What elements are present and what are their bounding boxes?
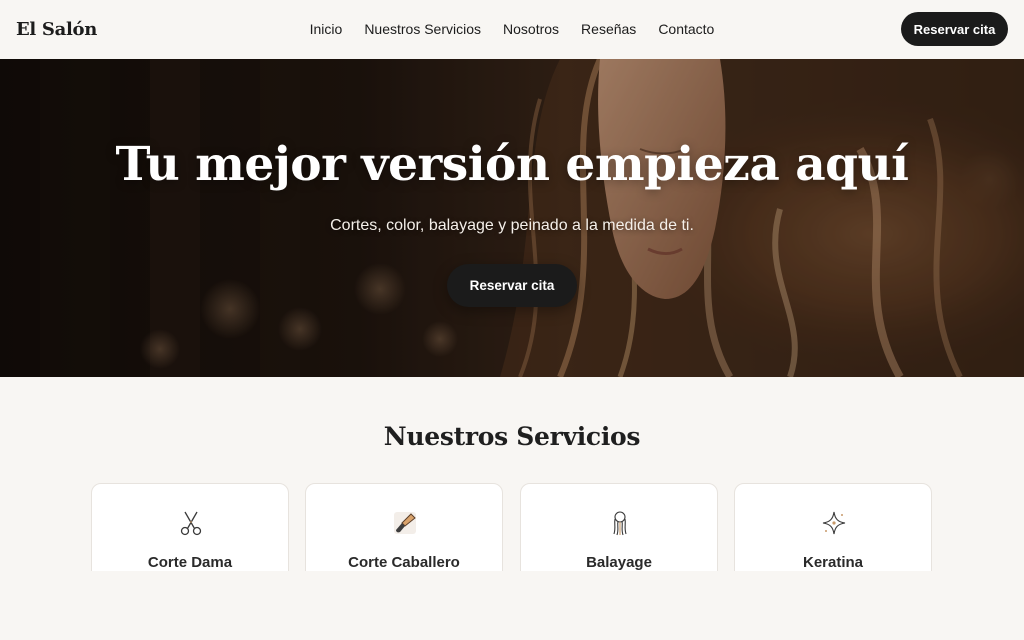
- hero-content: Tu mejor versión empieza aquí Cortes, co…: [0, 59, 1024, 377]
- hero-subtitle: Cortes, color, balayage y peinado a la m…: [330, 217, 694, 234]
- sparkle-icon: [819, 508, 849, 538]
- hero-book-button[interactable]: Reservar cita: [447, 264, 577, 307]
- brush-icon: [390, 508, 420, 538]
- header-book-button[interactable]: Reservar cita: [901, 12, 1008, 46]
- service-card-balayage[interactable]: Balayage: [520, 483, 718, 571]
- site-logo[interactable]: El Salón: [16, 19, 136, 40]
- nav-link-nosotros[interactable]: Nosotros: [503, 0, 559, 58]
- hero-title: Tu mejor versión empieza aquí: [115, 137, 909, 192]
- services-title: Nuestros Servicios: [383, 422, 641, 451]
- services-grid: Corte Dama Corte Caballero Balayage Kera…: [91, 483, 933, 571]
- nav-link-resenas[interactable]: Reseñas: [581, 0, 636, 58]
- service-name: Balayage: [586, 554, 652, 571]
- hero-section: Tu mejor versión empieza aquí Cortes, co…: [0, 59, 1024, 377]
- site-header: El Salón Inicio Nuestros Servicios Nosot…: [0, 0, 1024, 58]
- scissors-icon: [176, 508, 206, 538]
- hair-strands-icon: [605, 508, 635, 538]
- service-card-keratina[interactable]: Keratina: [734, 483, 932, 571]
- service-name: Corte Dama: [147, 554, 233, 571]
- service-name: Keratina: [802, 554, 864, 571]
- service-name: Corte Caballero: [348, 554, 460, 571]
- nav-link-inicio[interactable]: Inicio: [310, 0, 343, 58]
- service-card-corte-caballero[interactable]: Corte Caballero: [305, 483, 503, 571]
- nav-link-servicios[interactable]: Nuestros Servicios: [364, 0, 481, 58]
- nav-link-contacto[interactable]: Contacto: [658, 0, 714, 58]
- main-nav: Inicio Nuestros Servicios Nosotros Reseñ…: [0, 0, 1024, 58]
- service-card-corte-dama[interactable]: Corte Dama: [91, 483, 289, 571]
